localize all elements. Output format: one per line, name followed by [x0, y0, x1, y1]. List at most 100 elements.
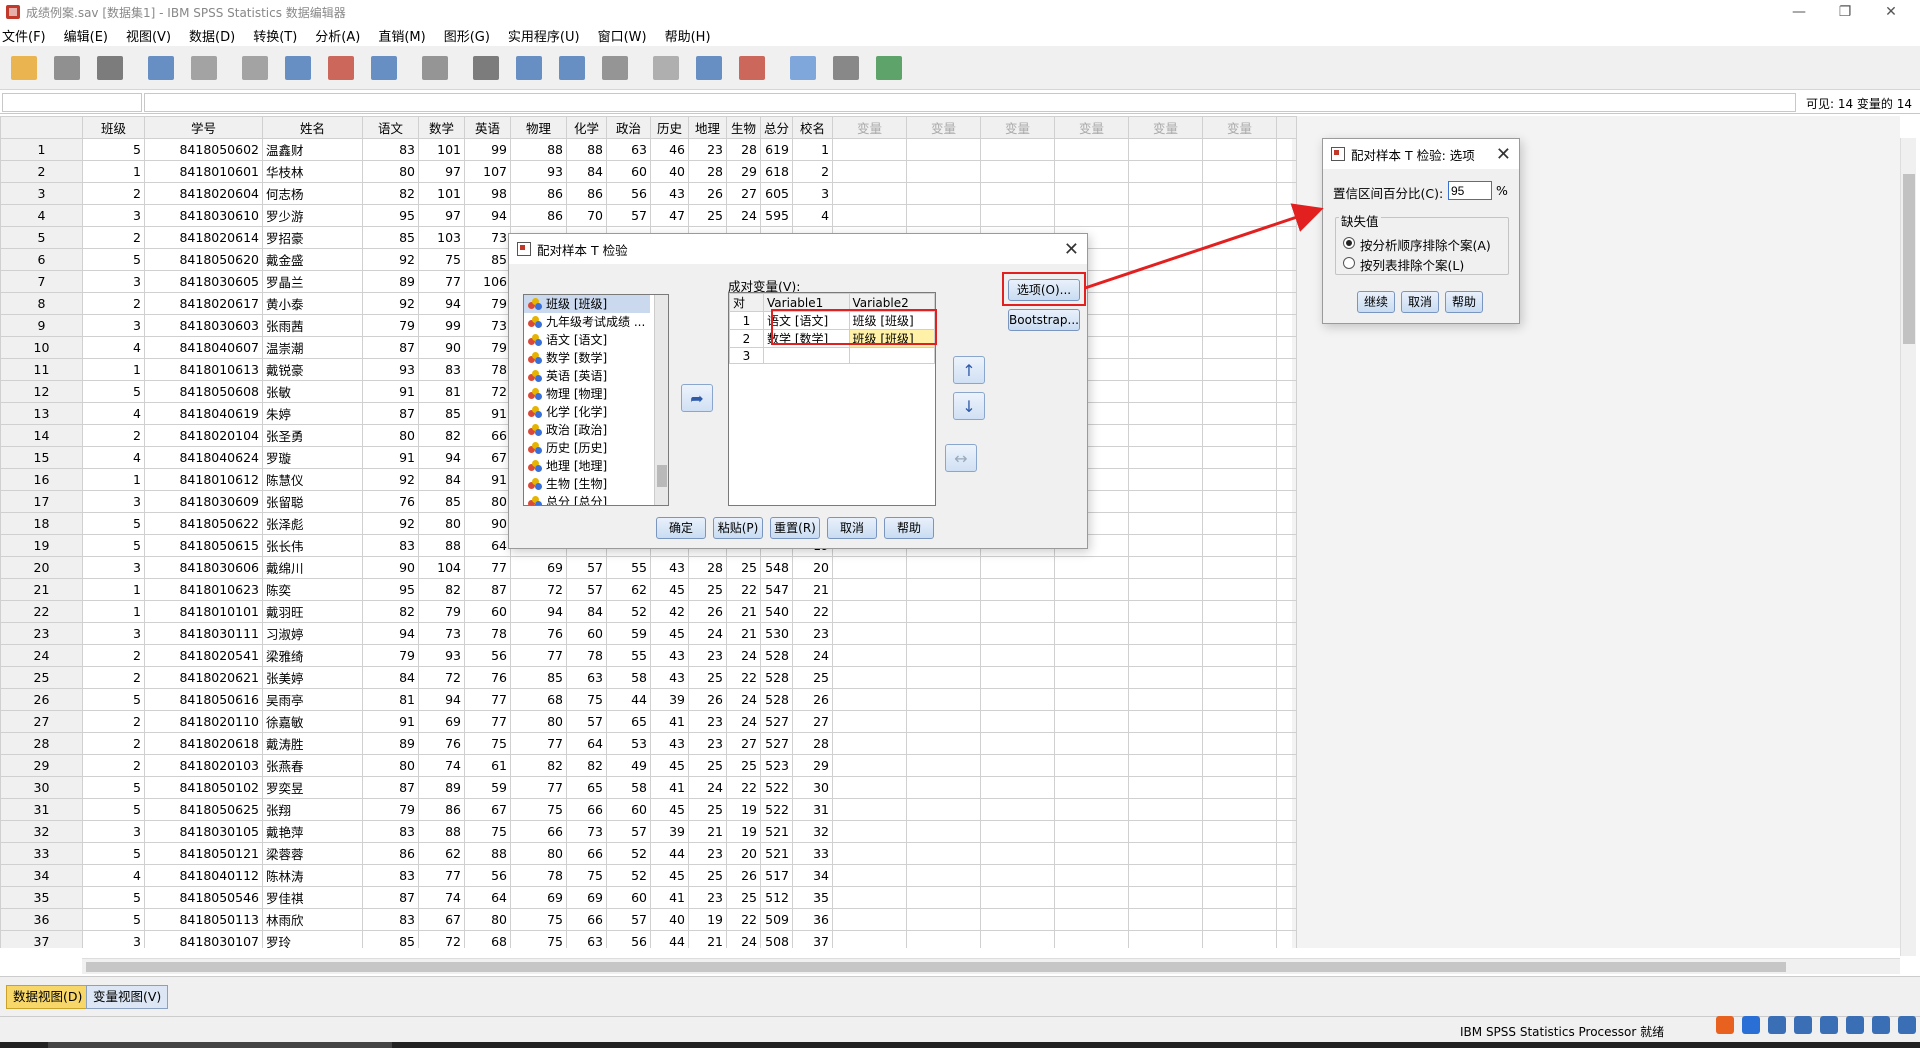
empty-cell[interactable] — [906, 754, 982, 777]
column-header[interactable]: 学号 — [144, 116, 263, 139]
data-cell[interactable]: 80 — [510, 842, 567, 865]
data-cell[interactable]: 55 — [606, 556, 651, 579]
data-cell[interactable]: 8418020103 — [144, 754, 263, 777]
empty-cell[interactable] — [980, 754, 1056, 777]
data-cell[interactable]: 82 — [510, 754, 567, 777]
data-cell[interactable]: 619 — [759, 138, 794, 161]
data-cell[interactable]: 24 — [726, 644, 761, 667]
row-number[interactable]: 26 — [0, 688, 83, 711]
data-cell[interactable]: 8418050620 — [144, 248, 263, 271]
data-cell[interactable]: 23 — [688, 138, 727, 161]
data-cell[interactable]: 98 — [464, 182, 511, 205]
empty-cell[interactable] — [980, 182, 1056, 205]
vertical-scrollbar[interactable] — [1900, 138, 1916, 956]
data-cell[interactable]: 张翔 — [262, 798, 363, 821]
data-cell[interactable]: 8418030105 — [144, 820, 263, 843]
data-cell[interactable]: 52 — [606, 842, 651, 865]
row-number[interactable]: 4 — [0, 204, 83, 227]
empty-cell[interactable] — [1202, 270, 1278, 293]
data-cell[interactable]: 75 — [566, 688, 607, 711]
empty-cell[interactable] — [1054, 908, 1130, 931]
data-cell[interactable]: 8418050615 — [144, 534, 263, 557]
empty-cell[interactable] — [1054, 622, 1130, 645]
empty-cell[interactable] — [1128, 732, 1204, 755]
row-number[interactable]: 3 — [0, 182, 83, 205]
data-cell[interactable]: 22 — [726, 666, 761, 689]
empty-cell[interactable] — [1054, 864, 1130, 887]
data-cell[interactable]: 73 — [464, 226, 511, 249]
empty-cell[interactable] — [906, 644, 982, 667]
data-cell[interactable]: 92 — [362, 248, 419, 271]
column-header[interactable]: 姓名 — [262, 116, 363, 139]
data-cell[interactable]: 78 — [566, 644, 607, 667]
horizontal-scroll-thumb[interactable] — [86, 962, 1786, 972]
data-cell[interactable]: 69 — [566, 886, 607, 909]
empty-cell[interactable] — [832, 644, 908, 667]
data-cell[interactable]: 79 — [464, 292, 511, 315]
data-cell[interactable]: 2 — [82, 292, 145, 315]
data-cell[interactable]: 523 — [759, 754, 794, 777]
data-cell[interactable]: 90 — [362, 556, 419, 579]
emoji-icon[interactable] — [1768, 1016, 1786, 1034]
row-number[interactable]: 6 — [0, 248, 83, 271]
variable-list-scrollbar[interactable] — [654, 295, 668, 505]
data-cell[interactable]: 47 — [650, 204, 689, 227]
empty-cell[interactable] — [1128, 468, 1204, 491]
data-cell[interactable]: 83 — [418, 358, 465, 381]
row-number[interactable]: 30 — [0, 776, 83, 799]
data-cell[interactable]: 79 — [362, 314, 419, 337]
data-cell[interactable]: 张雨茜 — [262, 314, 363, 337]
empty-cell[interactable] — [906, 798, 982, 821]
data-cell[interactable]: 548 — [759, 556, 794, 579]
data-cell[interactable]: 43 — [650, 556, 689, 579]
pair-row[interactable]: 3 — [729, 347, 935, 364]
empty-cell[interactable] — [980, 204, 1056, 227]
row-number[interactable]: 20 — [0, 556, 83, 579]
data-cell[interactable]: 52 — [606, 600, 651, 623]
minimize-icon[interactable]: — — [1776, 0, 1822, 24]
empty-cell[interactable] — [1202, 204, 1278, 227]
data-cell[interactable]: 44 — [650, 842, 689, 865]
row-number[interactable]: 24 — [0, 644, 83, 667]
data-cell[interactable]: 75 — [418, 248, 465, 271]
data-cell[interactable]: 吴雨亭 — [262, 688, 363, 711]
data-cell[interactable]: 罗玲 — [262, 930, 363, 948]
data-cell[interactable]: 罗招豪 — [262, 226, 363, 249]
data-cell[interactable]: 23 — [688, 842, 727, 865]
radio-analysis-by-analysis[interactable] — [1343, 237, 1355, 249]
empty-cell[interactable] — [980, 556, 1056, 579]
help-button[interactable]: 帮助 — [884, 517, 934, 539]
data-cell[interactable]: 4 — [82, 402, 145, 425]
empty-cell[interactable] — [1202, 490, 1278, 513]
data-cell[interactable]: 90 — [418, 336, 465, 359]
data-cell[interactable]: 1 — [82, 578, 145, 601]
data-cell[interactable]: 87 — [464, 578, 511, 601]
data-cell[interactable]: 梁雅绮 — [262, 644, 363, 667]
keyboard-icon[interactable] — [1820, 1016, 1838, 1034]
data-cell[interactable]: 39 — [650, 820, 689, 843]
empty-cell[interactable] — [1128, 776, 1204, 799]
data-cell[interactable]: 85 — [362, 226, 419, 249]
data-cell[interactable]: 张留聪 — [262, 490, 363, 513]
data-cell[interactable]: 91 — [362, 380, 419, 403]
empty-cell[interactable] — [1202, 402, 1278, 425]
empty-cell[interactable] — [906, 204, 982, 227]
data-cell[interactable]: 21 — [688, 820, 727, 843]
data-cell[interactable]: 528 — [759, 644, 794, 667]
data-cell[interactable]: 25 — [726, 754, 761, 777]
empty-cell[interactable] — [1128, 886, 1204, 909]
column-header[interactable]: 校名 — [792, 116, 834, 139]
data-cell[interactable]: 97 — [418, 204, 465, 227]
empty-variable-header[interactable]: 变量 — [906, 116, 982, 139]
data-cell[interactable]: 522 — [759, 798, 794, 821]
data-cell[interactable]: 73 — [418, 622, 465, 645]
empty-cell[interactable] — [980, 138, 1056, 161]
empty-cell[interactable] — [906, 666, 982, 689]
data-cell[interactable]: 86 — [362, 842, 419, 865]
data-cell[interactable]: 8418020618 — [144, 732, 263, 755]
data-cell[interactable]: 5 — [82, 248, 145, 271]
data-cell[interactable]: 92 — [362, 468, 419, 491]
data-cell[interactable]: 24 — [688, 622, 727, 645]
data-cell[interactable]: 林雨欣 — [262, 908, 363, 931]
variable-list-scroll-thumb[interactable] — [657, 465, 667, 487]
